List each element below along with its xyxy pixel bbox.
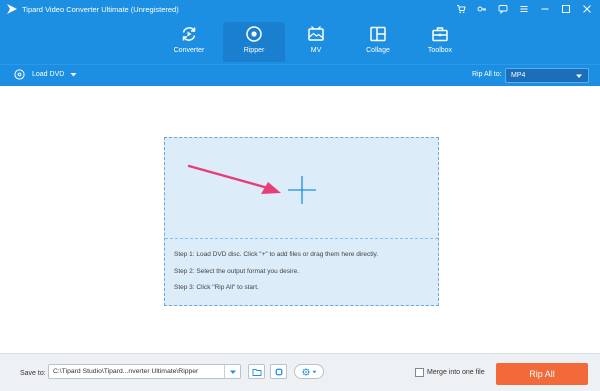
- output-format-value: MP4: [511, 72, 526, 79]
- open-folder-button[interactable]: [248, 364, 265, 379]
- toolbox-icon: [432, 27, 448, 42]
- pointer-arrow-icon: [187, 164, 281, 194]
- load-dvd-button[interactable]: Load DVD: [14, 69, 77, 80]
- save-to-label: Save to:: [20, 370, 46, 377]
- app-logo-icon: [7, 4, 17, 14]
- tab-mv[interactable]: MV: [285, 22, 347, 62]
- chevron-down-icon: [576, 74, 582, 78]
- merge-label: Merge into one file: [427, 369, 485, 376]
- mv-icon: [308, 26, 324, 41]
- add-file-dropzone[interactable]: Step 1: Load DVD disc. Click "+" to add …: [164, 137, 439, 306]
- tab-mv-label: MV: [310, 47, 322, 54]
- dropzone-divider: [165, 238, 438, 239]
- rip-all-to-label: Rip All to:: [472, 71, 502, 78]
- tab-converter[interactable]: Converter: [158, 22, 220, 62]
- step-1-text: Step 1: Load DVD disc. Click "+" to add …: [174, 251, 379, 258]
- ripper-toolbar: Load DVD Rip All to: MP4: [0, 64, 600, 86]
- key-icon[interactable]: [475, 3, 489, 15]
- output-format-select[interactable]: MP4: [505, 68, 589, 83]
- ripper-icon: [246, 26, 262, 42]
- load-dvd-label: Load DVD: [32, 71, 65, 78]
- minimize-icon[interactable]: [538, 3, 552, 15]
- collage-icon: [370, 26, 386, 42]
- chip-icon: [274, 367, 283, 376]
- tab-collage-label: Collage: [366, 47, 390, 54]
- hardware-acceleration-button[interactable]: [270, 364, 287, 379]
- bottom-bar: Save to: C:\Tipard Studio\Tipard...nvert…: [0, 353, 600, 391]
- tab-toolbox-label: Toolbox: [427, 47, 453, 54]
- folder-icon: [252, 368, 261, 376]
- cart-icon[interactable]: [454, 3, 468, 15]
- tab-ripper[interactable]: Ripper: [223, 22, 285, 62]
- chevron-down-icon: [229, 370, 236, 374]
- app-title: Tipard Video Converter Ultimate (Unregis…: [22, 5, 179, 14]
- save-path-field[interactable]: C:\Tipard Studio\Tipard...nverter Ultima…: [48, 364, 241, 379]
- save-path-dropdown[interactable]: [224, 365, 240, 378]
- window-controls: [454, 3, 594, 15]
- menu-icon[interactable]: [517, 3, 531, 15]
- converter-icon: [182, 27, 196, 41]
- merge-checkbox[interactable]: [415, 368, 424, 377]
- settings-button[interactable]: [294, 364, 324, 379]
- add-file-plus-icon[interactable]: [287, 175, 317, 205]
- tab-toolbox[interactable]: Toolbox: [409, 22, 471, 62]
- rip-all-button[interactable]: Rip All: [496, 363, 588, 385]
- chat-icon[interactable]: [496, 3, 510, 15]
- disc-icon: [14, 69, 25, 80]
- close-icon[interactable]: [580, 3, 594, 15]
- maximize-icon[interactable]: [559, 3, 573, 15]
- chevron-down-icon: [70, 73, 77, 77]
- tab-converter-label: Converter: [173, 47, 205, 54]
- tab-ripper-label: Ripper: [243, 47, 265, 54]
- main-nav: Converter Ripper MV Collage Toolbox: [158, 22, 471, 62]
- gear-icon: [302, 367, 317, 376]
- tab-collage[interactable]: Collage: [347, 22, 409, 62]
- title-bar: Tipard Video Converter Ultimate (Unregis…: [0, 0, 600, 64]
- save-path-value: C:\Tipard Studio\Tipard...nverter Ultima…: [53, 368, 199, 375]
- step-2-text: Step 2: Select the output format you des…: [174, 268, 300, 275]
- step-3-text: Step 3: Click "Rip All" to start.: [174, 284, 259, 291]
